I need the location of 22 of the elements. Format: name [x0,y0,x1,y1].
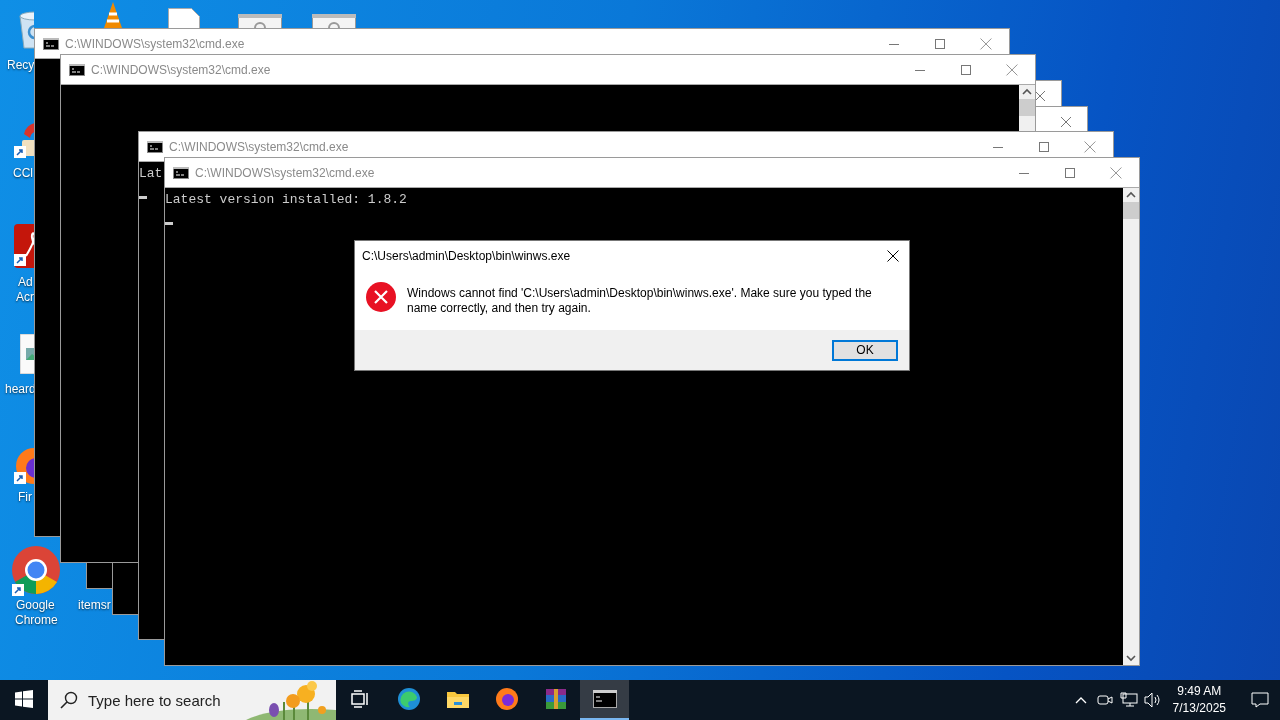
icon-label[interactable]: Chrome [15,613,58,628]
clock-date[interactable]: 7/13/2025 [1172,700,1226,717]
console-text: Lat [139,165,163,182]
clock-time[interactable]: 9:49 AM [1177,683,1222,700]
search-field[interactable]: Type here to search [48,680,336,720]
icon-label[interactable]: Acr [16,290,34,305]
ok-button[interactable]: OK [832,339,898,361]
search-placeholder: Type here to search [88,691,221,709]
window-title: C:\WINDOWS\system32\cmd.exe [91,62,271,77]
icon-label[interactable]: Recy [7,58,35,73]
dialog-title: C:\Users\admin\Desktop\bin\winws.exe [362,249,571,263]
window-title: C:\WINDOWS\system32\cmd.exe [65,36,245,51]
window-title: C:\WINDOWS\system32\cmd.exe [169,139,349,154]
icon-label[interactable]: itemsr [78,598,111,613]
icon-label[interactable]: Google [16,598,55,613]
icon-label[interactable]: heard [5,382,36,397]
icon-label[interactable]: Ad [18,275,33,290]
console-text: Latest version installed: 1.8.2 [165,191,407,208]
icon-label[interactable]: CCl [13,166,33,181]
error-message: Windows cannot find 'C:\Users\admin\Desktop\bin\winws.exe'. Make sure you typed the name correctly, and then try again. [407,285,873,316]
window-title: C:\WINDOWS\system32\cmd.exe [195,165,375,180]
icon-label[interactable]: Fir [18,490,32,505]
